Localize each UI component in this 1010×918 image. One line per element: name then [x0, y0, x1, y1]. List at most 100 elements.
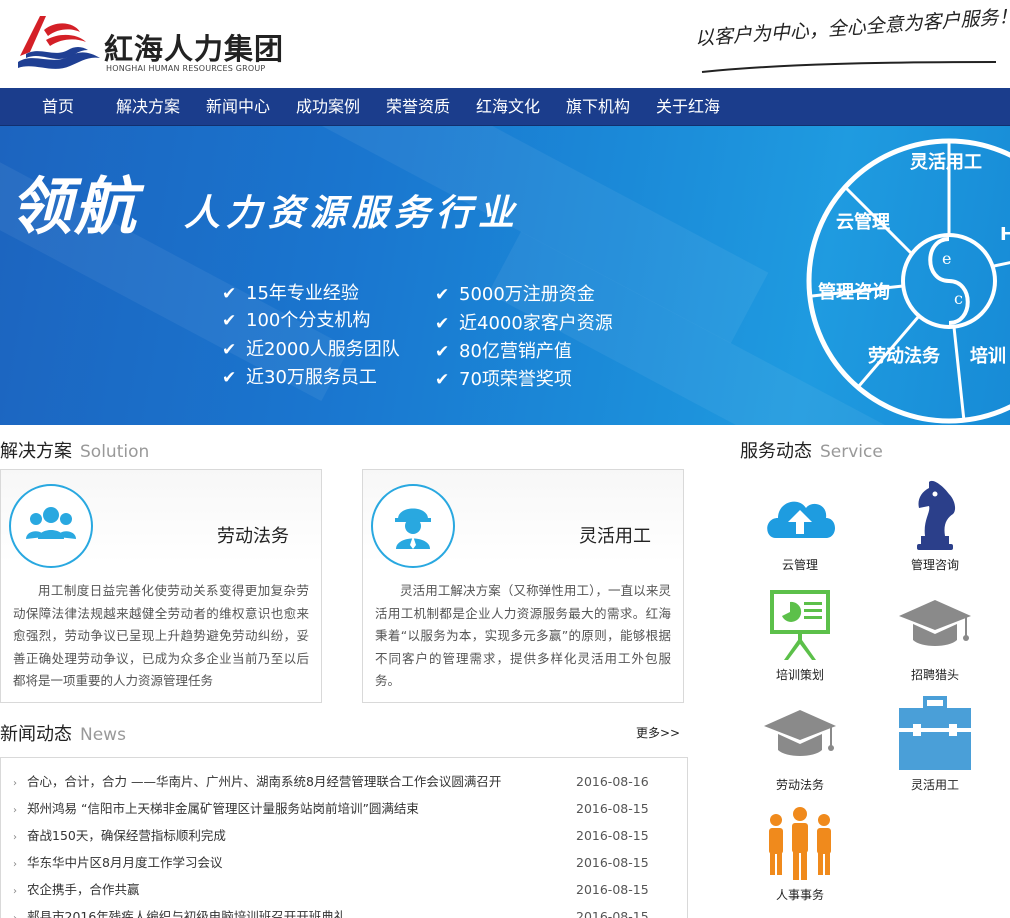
honghai-logo-mark-icon: [18, 16, 100, 69]
feature-item: ✔ 15年专业经验: [222, 281, 359, 307]
check-icon: ✔: [435, 342, 450, 362]
bullet-icon: ›: [13, 778, 17, 789]
feature-item: ✔ 100个分支机构: [222, 308, 370, 334]
service-item-cloud-management[interactable]: 云管理: [745, 474, 855, 584]
wheel-label: 培训: [970, 345, 1006, 367]
service-label: 人事事务: [775, 888, 824, 902]
service-item-personnel-affairs[interactable]: 人事事务: [745, 804, 855, 914]
chess-knight-icon: [917, 480, 956, 550]
service-label: 灵活用工: [910, 778, 959, 792]
service-item-training-planning[interactable]: 培训策划: [745, 584, 855, 694]
news-item[interactable]: › 华东华中片区8月月度工作学习会议 2016-08-15: [13, 849, 683, 876]
news-title[interactable]: 华东华中片区8月月度工作学习会议: [27, 855, 222, 870]
wheel-label: 云管理: [836, 211, 890, 233]
check-icon: ✔: [222, 368, 237, 388]
solution-card-labor-law[interactable]: 劳动法务 用工制度日益完善化使劳动关系变得更加复杂劳动保障法律法规越来越健全劳动…: [0, 469, 322, 703]
bullet-icon: ›: [13, 832, 17, 843]
main-nav: 首页 解决方案 新闻中心 成功案例 荣誉资质 红海文化 旗下机构 关于红海: [0, 88, 1010, 126]
people-group-icon: [769, 807, 831, 880]
news-list: › 合心，合计，合力 ——华南片、广州片、湖南系统8月经营管理联合工作会议圆满召开…: [0, 757, 688, 918]
news-section-title: 新闻动态 News: [0, 720, 126, 746]
solution-card-title: 劳动法务: [217, 526, 289, 547]
nav-item-subsidiaries[interactable]: 旗下机构: [566, 88, 630, 126]
news-date: 2016-08-15: [576, 882, 649, 897]
service-item-flexible-employment[interactable]: 灵活用工: [880, 694, 990, 804]
check-icon: ✔: [222, 340, 237, 360]
news-title[interactable]: 合心，合计，合力 ——华南片、广州片、湖南系统8月经营管理联合工作会议圆满召开: [27, 774, 501, 789]
solution-card-title: 灵活用工: [579, 526, 651, 547]
news-item[interactable]: ›郏县市2016年残疾人编织与初级电脑培训班召开开班典礼 2016-08-15: [13, 903, 683, 918]
section-title-cn: 服务动态: [740, 441, 812, 462]
slogan-text: 以客户为中心，全心全意为客户服务！: [694, 5, 1010, 50]
bullet-icon: ›: [13, 886, 17, 897]
section-title-en: Solution: [80, 442, 150, 462]
nav-item-culture[interactable]: 红海文化: [476, 88, 540, 126]
news-date: 2016-08-16: [576, 774, 649, 789]
worker-helmet-icon: [395, 508, 431, 549]
service-label: 云管理: [781, 558, 818, 572]
section-title-en: News: [80, 725, 126, 745]
hero-banner[interactable]: 领航 人力资源服务行业 ✔ 15年专业经验 ✔ 100个分支机构 ✔ 近2000人服务…: [0, 126, 1010, 425]
slogan-underline: [701, 61, 997, 73]
news-date: 2016-08-15: [576, 828, 649, 843]
feature-item: ✔ 近30万服务员工: [222, 365, 377, 391]
banner-headline: 领航: [10, 170, 139, 243]
wheel-label: 劳动法务: [868, 345, 941, 367]
bullet-icon: ›: [13, 859, 17, 870]
service-wheel: e c 灵活用工 云管理 H 管理咨询 劳动法务 培训: [806, 138, 1010, 424]
service-item-recruitment[interactable]: 招聘猎头: [880, 584, 990, 694]
logo-chinese-name: 紅海人力集团: [104, 32, 285, 66]
nav-item-solutions[interactable]: 解决方案: [116, 88, 180, 126]
feature-item: ✔ 5000万注册资金: [435, 282, 595, 308]
feature-item: ✔ 近2000人服务团队: [222, 337, 400, 363]
news-title[interactable]: 郑州鸿易 “信阳市上天梯非金属矿管理区计量服务站岗前培训”圆满结束: [27, 801, 419, 816]
briefcase-icon: [899, 696, 971, 770]
service-label: 劳动法务: [775, 778, 824, 792]
solution-card-flexible-employment[interactable]: 灵活用工 灵活用工解决方案（又称弹性用工），一直以来灵活用工机制都是企业人力资源…: [362, 469, 684, 703]
news-title[interactable]: 农企携手，合作共赢: [27, 882, 140, 897]
news-item[interactable]: › 奋战150天，确保经营指标顺利完成 2016-08-15: [13, 822, 683, 849]
yin-yang-mark-bottom: c: [954, 289, 963, 308]
solution-icon-circle: [371, 484, 455, 568]
logo-english-name: HONGHAI HUMAN RESOURCES GROUP: [106, 64, 266, 73]
header-slogan: 以客户为中心，全心全意为客户服务！: [690, 5, 1010, 73]
news-date: 2016-08-15: [576, 801, 649, 816]
yin-yang-mark-top: e: [942, 249, 951, 268]
service-label: 管理咨询: [910, 558, 959, 572]
cloud-upload-icon: [767, 501, 835, 538]
news-item[interactable]: › 农企携手，合作共赢 2016-08-15: [13, 876, 683, 903]
news-title[interactable]: 奋战150天，确保经营指标顺利完成: [27, 828, 226, 843]
solution-card-body: 灵活用工解决方案（又称弹性用工），一直以来灵活用工机制都是企业人力资源服务最大的…: [375, 583, 671, 688]
check-icon: ✔: [222, 284, 237, 304]
nav-item-news[interactable]: 新闻中心: [206, 88, 270, 126]
wheel-label: 管理咨询: [818, 281, 890, 303]
nav-item-about[interactable]: 关于红海: [656, 88, 720, 126]
nav-item-honors[interactable]: 荣誉资质: [386, 88, 450, 126]
section-title-cn: 解决方案: [0, 441, 72, 462]
site-header: 紅海人力集团 HONGHAI HUMAN RESOURCES GROUP 以客户…: [0, 0, 1010, 88]
solution-section-title: 解决方案 Solution: [0, 437, 149, 463]
solution-card-body: 用工制度日益完善化使劳动关系变得更加复杂劳动保障法律法规越来越健全劳动者的维权意…: [13, 583, 309, 688]
site-logo[interactable]: 紅海人力集团 HONGHAI HUMAN RESOURCES GROUP: [16, 12, 286, 76]
news-item[interactable]: › 郑州鸿易 “信阳市上天梯非金属矿管理区计量服务站岗前培训”圆满结束 2016-0…: [13, 795, 683, 822]
news-item[interactable]: › 合心，合计，合力 ——华南片、广州片、湖南系统8月经营管理联合工作会议圆满召开…: [13, 768, 683, 795]
feature-item: ✔ 近4000家客户资源: [435, 311, 613, 337]
wheel-label: H: [1000, 224, 1010, 245]
graduation-cap-icon: [764, 710, 836, 756]
wheel-label: 灵活用工: [910, 151, 982, 173]
service-label: 招聘猎头: [910, 668, 959, 682]
service-item-labor-law[interactable]: 劳动法务: [745, 694, 855, 804]
service-item-management-consulting[interactable]: 管理咨询: [880, 474, 990, 584]
news-title[interactable]: 郏县市2016年残疾人编织与初级电脑培训班召开开班典礼: [27, 909, 346, 918]
service-section-title: 服务动态 Service: [740, 437, 883, 463]
check-icon: ✔: [435, 314, 450, 334]
nav-item-home[interactable]: 首页: [42, 88, 74, 126]
section-title-cn: 新闻动态: [0, 724, 72, 745]
nav-item-cases[interactable]: 成功案例: [296, 88, 360, 126]
feature-item: ✔ 80亿营销产值: [435, 339, 572, 365]
service-label: 培训策划: [775, 668, 824, 682]
check-icon: ✔: [435, 285, 450, 305]
bullet-icon: ›: [13, 805, 17, 816]
people-group-icon: [26, 507, 76, 539]
news-more-link[interactable]: 更多>>: [636, 724, 680, 741]
